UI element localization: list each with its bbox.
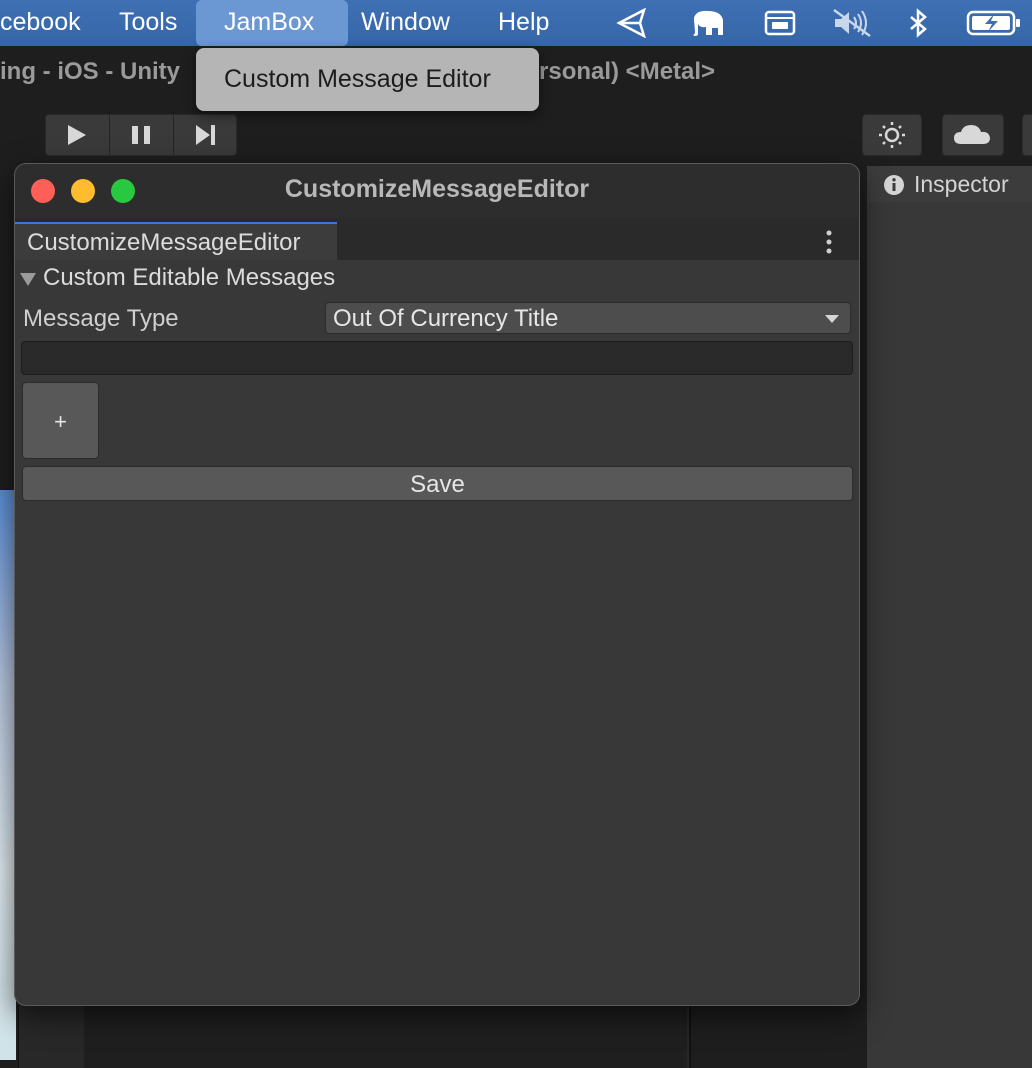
elephant-icon[interactable]: [688, 8, 730, 38]
services-button[interactable]: [862, 114, 922, 156]
chevron-down-icon: [825, 315, 839, 323]
keyboard-window-icon[interactable]: [764, 8, 796, 38]
tab-inspector[interactable]: Inspector: [867, 166, 1032, 202]
editor-window: CustomizeMessageEditor CustomizeMessageE…: [14, 163, 860, 1006]
unity-title-right: rsonal) <Metal>: [539, 58, 716, 85]
play-button[interactable]: [46, 115, 108, 155]
pause-icon: [132, 126, 150, 144]
play-icon: [68, 125, 86, 145]
menu-item-label: JamBox: [224, 8, 315, 36]
unity-title-left: ing - iOS - Unity: [0, 58, 180, 85]
menu-item-custom-message-editor[interactable]: Custom Message Editor: [224, 65, 491, 94]
message-type-value: Out Of Currency Title: [333, 305, 559, 332]
save-button[interactable]: Save: [22, 466, 853, 501]
message-text-field[interactable]: [21, 341, 853, 375]
triangle-down-icon: [20, 272, 36, 286]
bluetooth-icon[interactable]: [906, 8, 932, 38]
volume-muted-icon[interactable]: [832, 8, 872, 38]
message-type-dropdown[interactable]: Out Of Currency Title: [325, 302, 851, 334]
jambox-dropdown-menu: Custom Message Editor: [196, 48, 539, 111]
foldout-custom-editable-messages[interactable]: Custom Editable Messages: [19, 264, 335, 292]
add-button[interactable]: +: [22, 382, 99, 459]
info-icon: [884, 175, 904, 195]
tab-customize-message-editor[interactable]: CustomizeMessageEditor: [15, 222, 337, 260]
bottom-panel-inner: [84, 1005, 687, 1068]
menu-item-jambox[interactable]: JamBox: [196, 0, 348, 46]
sun-gear-icon: [879, 122, 905, 148]
menu-item-label: Window: [361, 8, 450, 36]
account-button[interactable]: [1022, 114, 1032, 156]
menu-item-label: cebook: [0, 8, 81, 36]
pause-button[interactable]: [110, 115, 172, 155]
inspector-panel: [867, 166, 1032, 1068]
more-options-icon[interactable]: [819, 228, 839, 256]
menu-item-window[interactable]: Window: [361, 0, 450, 46]
unity-icon[interactable]: [616, 8, 650, 38]
battery-charging-icon[interactable]: [966, 8, 1022, 38]
window-title: CustomizeMessageEditor: [284, 175, 590, 203]
menu-item-facebook[interactable]: cebook: [0, 0, 81, 46]
tab-label: CustomizeMessageEditor: [27, 229, 301, 256]
step-icon: [196, 125, 215, 145]
playback-controls: [45, 114, 237, 156]
tab-strip: CustomizeMessageEditor: [15, 218, 859, 260]
menu-item-tools[interactable]: Tools: [119, 0, 177, 46]
inspector-tab-label: Inspector: [914, 171, 1009, 197]
cloud-icon: [954, 125, 990, 144]
window-titlebar[interactable]: CustomizeMessageEditor: [15, 164, 859, 218]
menu-item-label: Tools: [119, 8, 178, 36]
menu-bar: cebook Tools JamBox Window Help: [0, 0, 1032, 46]
step-button[interactable]: [174, 115, 236, 155]
menu-item-label: Help: [498, 8, 550, 36]
foldout-label: Custom Editable Messages: [43, 264, 336, 291]
message-type-label: Message Type: [23, 305, 179, 332]
cloud-button[interactable]: [942, 114, 1004, 156]
menu-item-help[interactable]: Help: [498, 0, 549, 46]
